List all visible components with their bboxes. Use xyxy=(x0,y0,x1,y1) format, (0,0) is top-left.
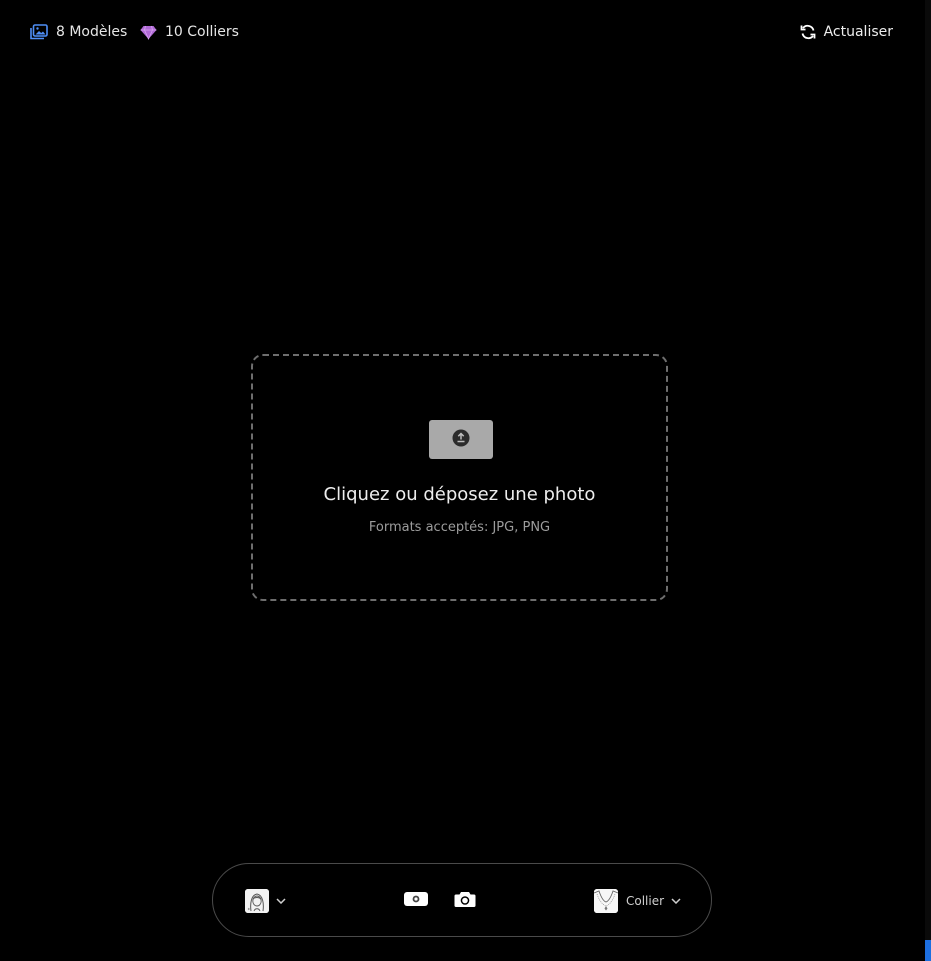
images-icon xyxy=(30,24,48,40)
chevron-down-icon xyxy=(671,898,681,904)
collars-count: 10 Colliers xyxy=(140,22,239,42)
gem-icon xyxy=(140,25,157,40)
refresh-button[interactable]: Actualiser xyxy=(800,22,893,42)
model-select[interactable] xyxy=(245,888,286,914)
bottom-toolbar: Collier xyxy=(212,863,712,937)
photo-dropzone[interactable]: Cliquez ou déposez une photo Formats acc… xyxy=(251,354,668,601)
dropzone-formats: Formats acceptés: JPG, PNG xyxy=(368,520,551,535)
necklace-icon xyxy=(594,889,618,913)
upload-badge xyxy=(429,420,493,459)
app-root: 8 Modèles 10 Colliers Actualiser Cliquez… xyxy=(0,0,925,961)
woman-portrait-icon xyxy=(245,889,269,913)
scrollbar-track[interactable] xyxy=(925,0,931,961)
camera-icon xyxy=(454,890,476,912)
refresh-icon xyxy=(800,24,816,40)
upload-icon xyxy=(452,429,470,451)
collar-select[interactable]: Collier xyxy=(594,888,681,914)
collar-select-label: Collier xyxy=(626,894,665,908)
refresh-label: Actualiser xyxy=(823,24,893,40)
models-count-label: 8 Modèles xyxy=(56,24,128,40)
scrollbar-marker xyxy=(925,940,931,961)
switch-camera-icon xyxy=(403,891,429,911)
switch-camera-button[interactable] xyxy=(403,891,429,911)
chevron-down-icon xyxy=(276,898,286,904)
dropzone-title: Cliquez ou déposez une photo xyxy=(323,484,596,505)
capture-button[interactable] xyxy=(453,889,477,913)
models-count: 8 Modèles xyxy=(30,22,127,42)
collars-count-label: 10 Colliers xyxy=(165,24,239,40)
